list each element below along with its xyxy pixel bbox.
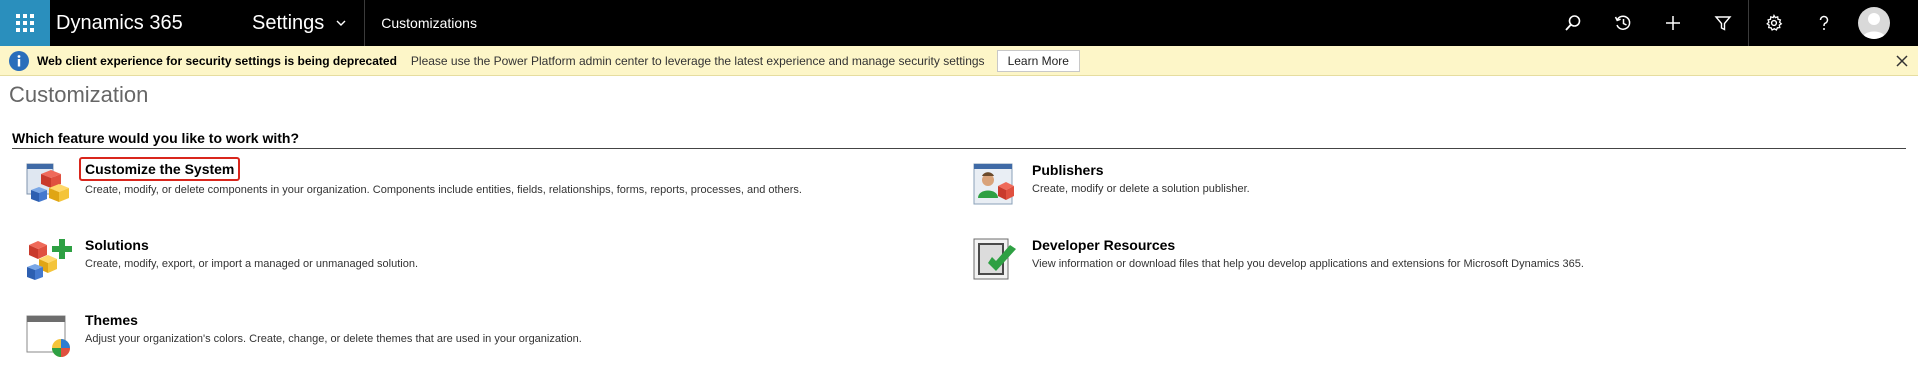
close-notification-button[interactable]	[1892, 51, 1912, 71]
feature-description: Create, modify, or delete components in …	[85, 184, 802, 196]
filter-button[interactable]	[1698, 0, 1748, 46]
feature-solutions: Solutions Create, modify, export, or imp…	[25, 235, 418, 283]
learn-more-button[interactable]: Learn More	[996, 49, 1080, 72]
feature-developer-resources: Developer Resources View information or …	[972, 235, 1584, 283]
feature-description: Adjust your organization's colors. Creat…	[85, 333, 582, 345]
customize-system-icon[interactable]	[25, 160, 73, 208]
search-icon	[1565, 15, 1581, 31]
waffle-icon	[16, 14, 34, 32]
page-title: Customization	[9, 82, 149, 107]
feature-text: Customize the System Create, modify, or …	[79, 157, 802, 208]
recent-button[interactable]	[1598, 0, 1648, 46]
chevron-down-icon	[336, 20, 346, 26]
section-heading: Which feature would you like to work wit…	[12, 130, 300, 146]
new-button[interactable]	[1648, 0, 1698, 46]
filter-icon	[1714, 16, 1732, 31]
section-divider	[12, 148, 1906, 149]
app-brand[interactable]: Dynamics 365	[56, 12, 206, 35]
feature-customize-system: Customize the System Create, modify, or …	[25, 157, 802, 208]
user-profile-button[interactable]	[1849, 0, 1899, 46]
notification-message: Please use the Power Platform admin cent…	[410, 53, 985, 68]
settings-icon	[1766, 14, 1783, 31]
breadcrumb[interactable]: Customizations	[381, 15, 477, 31]
feature-themes: Themes Adjust your organization's colors…	[25, 310, 582, 358]
area-selector[interactable]: Settings	[252, 12, 346, 35]
publishers-link[interactable]: Publishers	[1027, 160, 1109, 180]
developer-resources-link[interactable]: Developer Resources	[1027, 235, 1180, 255]
themes-link[interactable]: Themes	[80, 310, 143, 330]
feature-description: Create, modify, export, or import a mana…	[85, 258, 419, 270]
nav-actions	[1548, 0, 1899, 46]
area-label: Settings	[252, 11, 325, 34]
notification-title: Web client experience for security setti…	[37, 53, 397, 68]
close-icon	[1896, 55, 1908, 67]
deprecation-notification: Web client experience for security setti…	[0, 46, 1918, 76]
feature-description: Create, modify or delete a solution publ…	[1032, 183, 1250, 195]
publishers-icon[interactable]	[972, 160, 1020, 208]
recent-icon	[1614, 15, 1631, 30]
user-avatar-icon	[1858, 7, 1890, 39]
info-icon	[9, 50, 29, 71]
solutions-icon[interactable]	[25, 235, 73, 283]
settings-button[interactable]	[1749, 0, 1799, 46]
feature-text: Themes Adjust your organization's colors…	[85, 310, 582, 358]
top-nav-bar: Dynamics 365 Settings Customizations	[0, 0, 1918, 46]
feature-description: View information or download files that …	[1032, 258, 1584, 270]
app-launcher-button[interactable]	[0, 0, 50, 46]
customize-system-link[interactable]: Customize the System	[79, 157, 241, 181]
feature-text: Developer Resources View information or …	[1032, 235, 1584, 283]
help-button[interactable]	[1799, 0, 1849, 46]
search-button[interactable]	[1548, 0, 1598, 46]
help-icon	[1819, 15, 1829, 30]
feature-text: Solutions Create, modify, export, or imp…	[85, 235, 418, 283]
nav-divider	[364, 0, 366, 46]
developer-resources-icon[interactable]	[972, 235, 1020, 283]
solutions-link[interactable]: Solutions	[80, 235, 154, 255]
feature-publishers: Publishers Create, modify or delete a so…	[972, 160, 1250, 208]
feature-text: Publishers Create, modify or delete a so…	[1032, 160, 1250, 208]
new-icon	[1666, 16, 1680, 30]
themes-icon[interactable]	[25, 310, 73, 358]
